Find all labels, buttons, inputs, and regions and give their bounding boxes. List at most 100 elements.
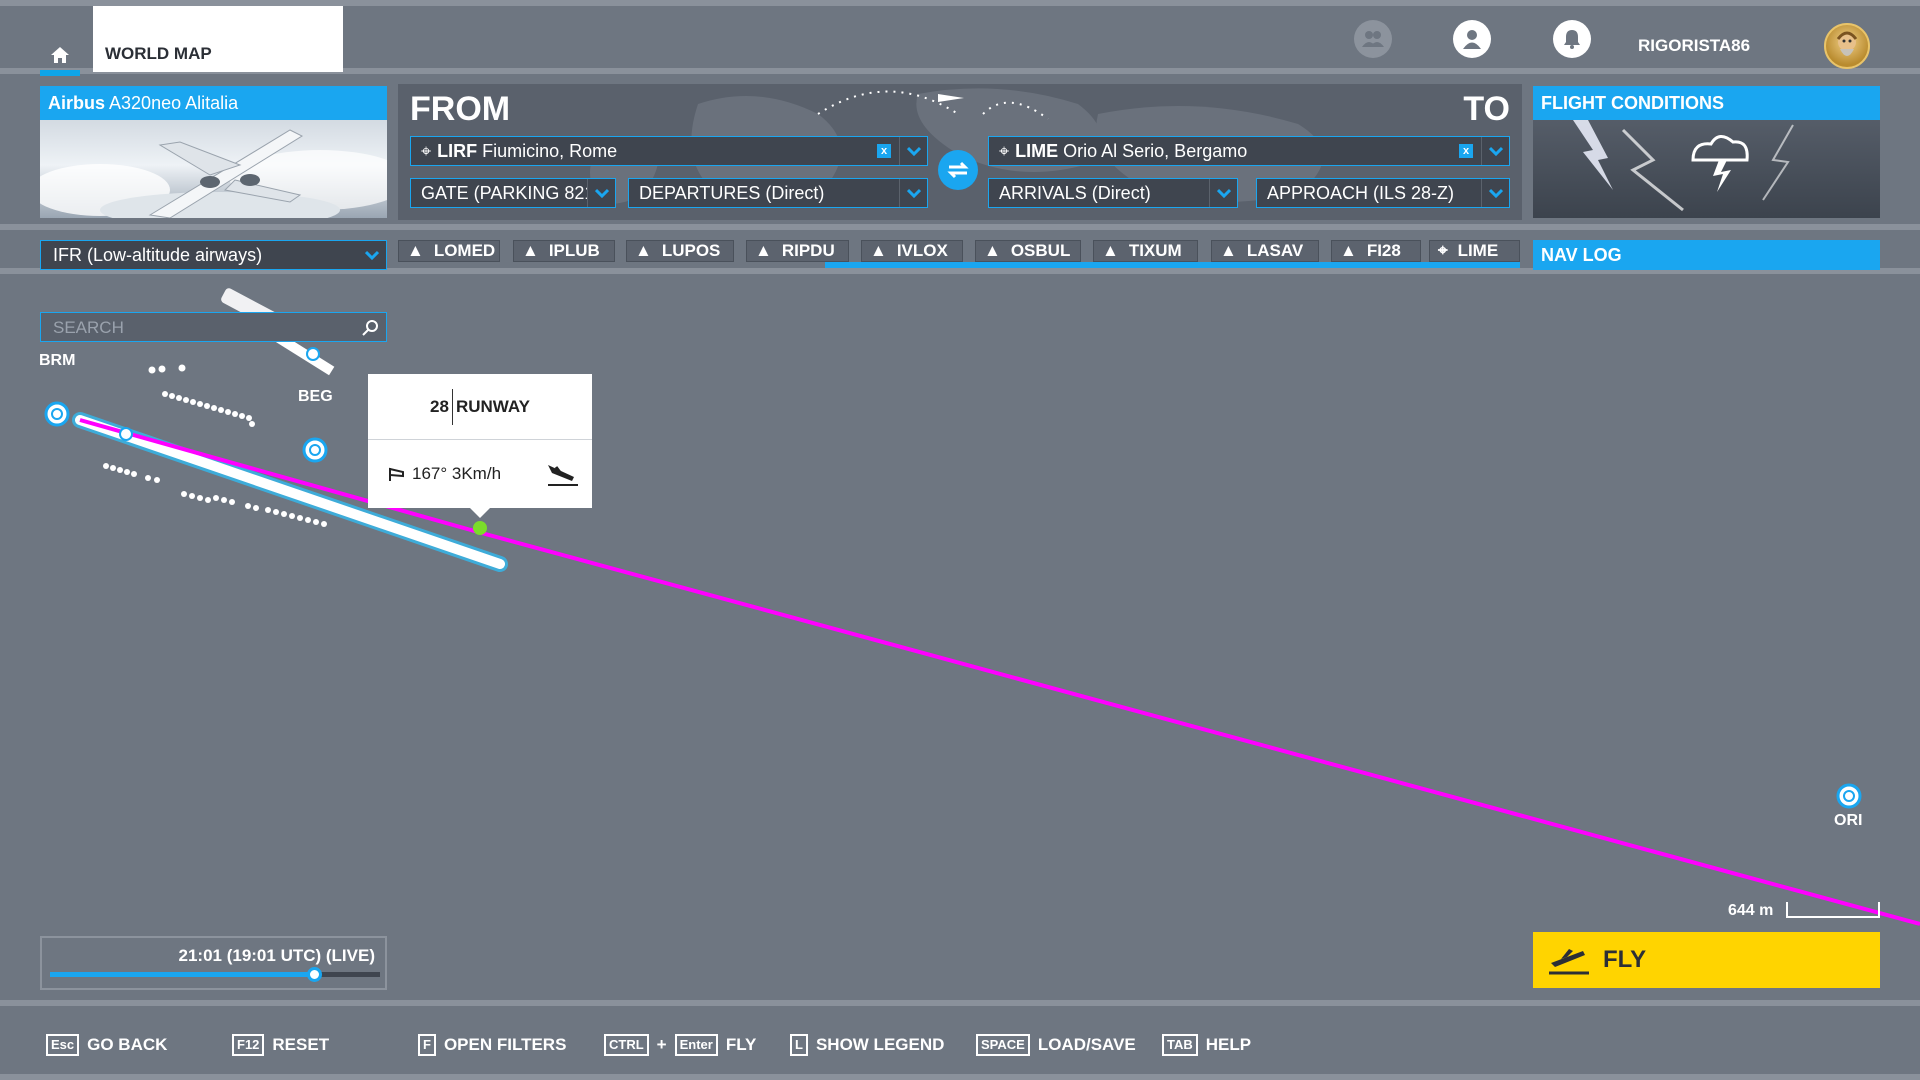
hint-open-filters[interactable]: F OPEN FILTERS	[418, 1034, 566, 1056]
top-bar: WORLD MAP RIGORISTA86	[0, 0, 1920, 76]
arrival-procedure-value: ARRIVALS (Direct)	[999, 182, 1151, 203]
waypoint-icon: ▲	[870, 241, 887, 260]
hint-load-save[interactable]: SPACE LOAD/SAVE	[976, 1034, 1136, 1056]
arrival-procedure-field[interactable]: ARRIVALS (Direct)	[988, 178, 1238, 208]
waypoint-label: RIPDU	[781, 241, 835, 260]
hint-reset[interactable]: F12 RESET	[232, 1034, 329, 1056]
aircraft-title: Airbus A320neo Alitalia	[40, 86, 387, 120]
gate-dropdown-button[interactable]	[587, 179, 615, 207]
vor-marker-ori[interactable]	[1836, 783, 1862, 809]
username[interactable]: RIGORISTA86	[1638, 36, 1750, 56]
home-icon	[51, 47, 69, 63]
runway-popup[interactable]: 28 RUNWAY 167° 3Km/h	[368, 374, 592, 508]
avatar[interactable]	[1824, 23, 1870, 69]
swap-airports-button[interactable]	[938, 150, 978, 190]
waypoint-label: TIXUM	[1128, 241, 1182, 260]
runway-popup-header: 28 RUNWAY	[368, 374, 592, 440]
swap-icon	[947, 161, 969, 179]
waypoint-lasav[interactable]: ▲ LASAV	[1211, 240, 1319, 262]
departure-dropdown-button[interactable]	[899, 137, 927, 165]
waypoint-tixum[interactable]: ▲ TIXUM	[1093, 240, 1198, 262]
arrival-field[interactable]: ⌖ LIME Orio Al Serio, Bergamo x	[988, 136, 1510, 166]
hint-help[interactable]: TAB HELP	[1162, 1034, 1251, 1056]
waypoint-osbul[interactable]: ▲ OSBUL	[975, 240, 1081, 262]
hint-go-back[interactable]: Esc GO BACK	[46, 1034, 167, 1056]
departure-field[interactable]: ⌖ LIRF Fiumicino, Rome x	[410, 136, 928, 166]
takeoff-icon	[1549, 949, 1589, 975]
waypoint-label: IPLUB	[548, 241, 600, 260]
approach-dropdown[interactable]	[1481, 179, 1509, 207]
wind-value: 167° 3Km/h	[412, 464, 502, 483]
search-icon[interactable]	[362, 319, 380, 337]
hint-show-legend[interactable]: L SHOW LEGEND	[790, 1034, 944, 1056]
waypoint-iplub[interactable]: ▲ IPLUB	[513, 240, 615, 262]
key-f: F	[418, 1034, 436, 1056]
fly-button[interactable]: FLY	[1533, 932, 1880, 988]
crosshair-icon: ⌖	[1438, 241, 1448, 260]
waypoint-icon: ▲	[755, 241, 772, 260]
airport-label-beg: BEG	[298, 388, 333, 405]
waypoint-icon: ▲	[522, 241, 539, 260]
tab-world-map[interactable]: WORLD MAP	[93, 6, 343, 72]
approach-field[interactable]: APPROACH (ILS 28-Z)	[1256, 178, 1510, 208]
map-search-input[interactable]: SEARCH	[40, 312, 387, 342]
airport-marker[interactable]	[306, 347, 320, 361]
aircraft-card[interactable]: Airbus A320neo Alitalia	[40, 86, 387, 218]
time-value: 21:01 (19:01 UTC) (LIVE)	[178, 946, 376, 965]
avatar-image	[1836, 31, 1858, 56]
key-f12: F12	[232, 1034, 265, 1056]
departure-procedure-dropdown[interactable]	[899, 179, 927, 207]
chevron-down-icon	[1488, 188, 1503, 198]
chevron-down-icon	[594, 188, 609, 198]
arrival-code: LIME	[1015, 140, 1059, 161]
hint-label: LOAD/SAVE	[1037, 1035, 1136, 1054]
flight-conditions-card[interactable]: FLIGHT CONDITIONS	[1533, 86, 1880, 218]
hint-fly[interactable]: CTRL + Enter FLY	[604, 1034, 756, 1056]
key-tab: TAB	[1162, 1034, 1198, 1056]
flight-type-dropdown[interactable]	[358, 241, 386, 269]
aircraft-brand: Airbus	[48, 93, 106, 113]
chevron-down-icon	[906, 146, 921, 156]
flight-setup-row: Airbus A320neo Alitalia FROM TO ⌖ LIRF F…	[0, 80, 1920, 224]
clear-departure-button[interactable]: x	[877, 144, 891, 158]
friends-button[interactable]	[1354, 20, 1392, 58]
arrival-name: Orio Al Serio, Bergamo	[1063, 140, 1248, 161]
waypoint-lupos[interactable]: ▲ LUPOS	[626, 240, 734, 262]
runway-start-marker[interactable]	[119, 427, 133, 441]
waypoint-icon: ▲	[1340, 241, 1357, 260]
airport-label-ori: ORI	[1834, 812, 1863, 829]
aircraft-position-marker[interactable]	[473, 521, 487, 535]
time-of-day-panel[interactable]: 21:01 (19:01 UTC) (LIVE)	[40, 936, 387, 990]
waypoint-lomed[interactable]: ▲ LOMED	[398, 240, 500, 262]
departure-procedure-field[interactable]: DEPARTURES (Direct)	[628, 178, 928, 208]
waypoint-lime[interactable]: ⌖ LIME	[1429, 240, 1520, 262]
flight-type-value: IFR (Low-altitude airways)	[53, 245, 263, 265]
map-scale-label: 644 m	[1728, 902, 1774, 919]
gate-field[interactable]: GATE (PARKING 821 – RAMP GA LARGE)	[410, 178, 616, 208]
crosshair-icon: ⌖	[421, 140, 432, 161]
search-placeholder: SEARCH	[53, 318, 124, 337]
waypoint-fi28[interactable]: ▲ FI28	[1331, 240, 1421, 262]
key-enter: Enter	[674, 1034, 718, 1056]
profile-button[interactable]	[1453, 20, 1491, 58]
arrival-dropdown-button[interactable]	[1481, 137, 1509, 165]
time-slider[interactable]	[50, 967, 380, 982]
time-slider-handle[interactable]	[307, 967, 322, 982]
waypoint-ivlox[interactable]: ▲ IVLOX	[861, 240, 963, 262]
vor-marker-beg[interactable]	[302, 437, 328, 463]
arrival-procedure-dropdown[interactable]	[1209, 179, 1237, 207]
notifications-button[interactable]	[1553, 20, 1591, 58]
waypoint-ripdu[interactable]: ▲ RIPDU	[746, 240, 849, 262]
map-canvas[interactable]	[0, 274, 1920, 1000]
airport-label-brm: BRM	[39, 352, 76, 369]
clear-arrival-button[interactable]: x	[1459, 144, 1473, 158]
home-button[interactable]	[40, 36, 80, 76]
waypoint-label: IVLOX	[896, 241, 948, 260]
world-map[interactable]: SEARCH BRM BEG ORI 28 RUNWAY 167° 3Km/h …	[0, 274, 1920, 1000]
vor-marker-brm[interactable]	[44, 401, 70, 427]
nav-log-button[interactable]: NAV LOG	[1533, 240, 1880, 270]
waypoint-label: OSBUL	[1010, 241, 1071, 260]
flight-type-select[interactable]: IFR (Low-altitude airways)	[40, 240, 387, 270]
hint-label: SHOW LEGEND	[815, 1035, 945, 1054]
notifications-icon	[1564, 30, 1580, 49]
